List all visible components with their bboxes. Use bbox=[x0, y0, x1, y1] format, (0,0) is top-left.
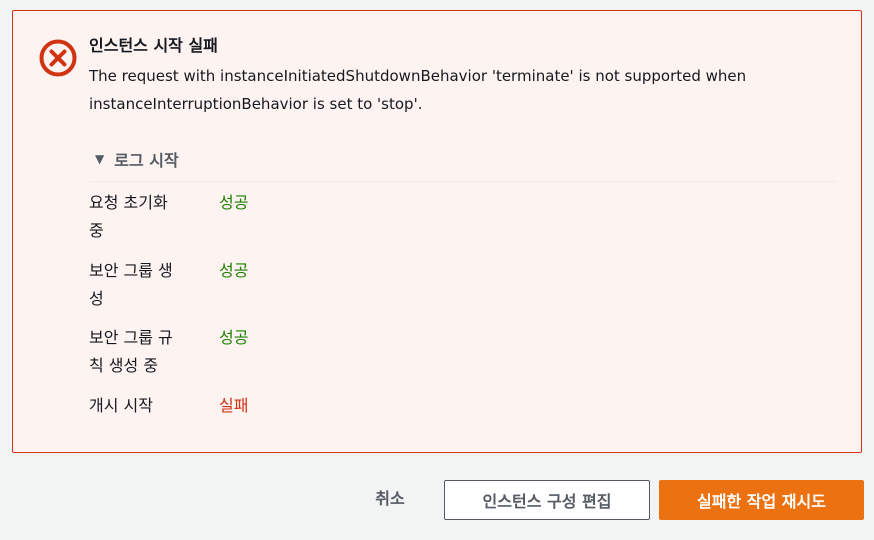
log-step-status: 성공 bbox=[219, 328, 249, 347]
launch-log-toggle[interactable]: ▼ 로그 시작 bbox=[93, 147, 179, 171]
log-step-status: 성공 bbox=[219, 193, 249, 212]
log-step-status: 성공 bbox=[219, 261, 249, 280]
log-step-label: 요청 초기화 중 bbox=[89, 193, 168, 240]
log-step-row: 보안 그룹 규칙 생성 중 성공 bbox=[89, 324, 248, 380]
log-step-label: 보안 그룹 생성 bbox=[89, 261, 173, 308]
log-step-label: 보안 그룹 규칙 생성 중 bbox=[89, 328, 173, 375]
retry-failed-tasks-button[interactable]: 실패한 작업 재시도 bbox=[659, 480, 864, 520]
log-step-row: 보안 그룹 생성 성공 bbox=[89, 257, 248, 313]
alert-title: 인스턴스 시작 실패 bbox=[89, 36, 218, 55]
log-step-label: 개시 시작 bbox=[89, 396, 153, 415]
log-step-row: 요청 초기화 중 성공 bbox=[89, 189, 248, 245]
alert-message: The request with instanceInitiatedShutdo… bbox=[89, 67, 747, 113]
log-step-row: 개시 시작 실패 bbox=[89, 392, 248, 420]
divider bbox=[89, 181, 837, 182]
edit-instance-config-button[interactable]: 인스턴스 구성 편집 bbox=[444, 480, 650, 520]
cancel-button[interactable]: 취소 bbox=[350, 477, 430, 517]
launch-log-label: 로그 시작 bbox=[114, 151, 179, 170]
error-alert: 인스턴스 시작 실패 The request with instanceInit… bbox=[12, 10, 862, 453]
caret-down-icon: ▼ bbox=[95, 152, 105, 166]
error-circle-icon bbox=[39, 39, 77, 77]
log-step-status: 실패 bbox=[219, 396, 249, 415]
